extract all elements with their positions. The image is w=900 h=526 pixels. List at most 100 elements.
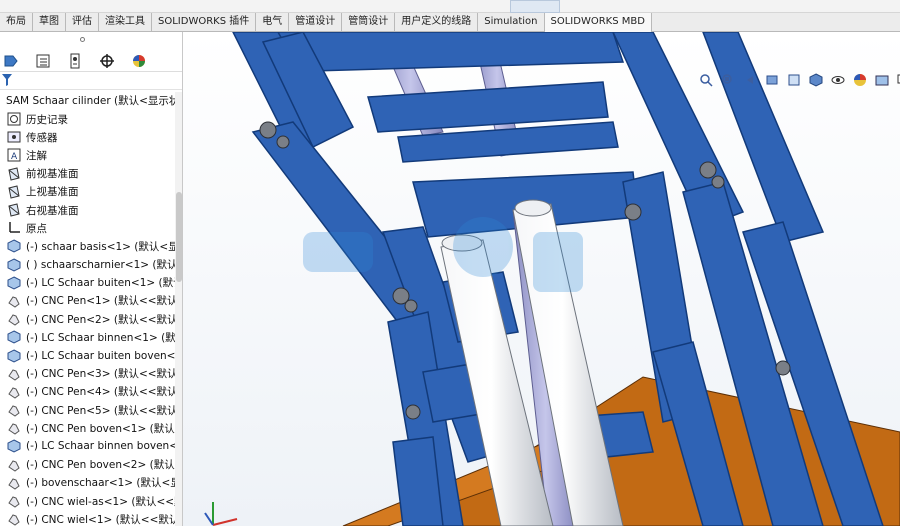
panel-tab-bar <box>0 50 182 72</box>
tab-layout[interactable]: 布局 <box>0 13 33 32</box>
tree-item[interactable]: 传感器 <box>0 128 175 146</box>
tree-item-label: (-) LC Schaar binnen boven<1 <box>26 440 175 453</box>
section-view-icon[interactable] <box>764 72 780 88</box>
tree-item-label: (-) CNC Pen<2> (默认<<默认> <box>26 313 175 326</box>
tree-item[interactable]: (-) CNC Pen<4> (默认<<默认> <box>0 383 175 401</box>
display-style-icon[interactable] <box>808 72 824 88</box>
tree-scrollbar[interactable] <box>175 92 182 526</box>
tree-item-label: 上视基准面 <box>26 186 79 199</box>
pen-icon <box>6 511 22 526</box>
pen-icon <box>6 402 22 418</box>
tree-item-label: (-) LC Schaar buiten boven<1> <box>26 349 175 362</box>
tree-item[interactable]: (-) LC Schaar binnen boven<1 <box>0 437 175 455</box>
tab-solidworks-addins[interactable]: SOLIDWORKS 插件 <box>152 13 257 32</box>
property-manager-tab-icon[interactable] <box>34 52 52 70</box>
tab-sketch[interactable]: 草图 <box>33 13 66 32</box>
history-icon <box>6 111 22 127</box>
view-orientation-icon[interactable] <box>786 72 802 88</box>
tree-item[interactable]: (-) CNC Pen<2> (默认<<默认> <box>0 310 175 328</box>
tree-item-label: 原点 <box>26 222 47 235</box>
tree-item[interactable]: (-) CNC Pen boven<2> (默认< <box>0 456 175 474</box>
tab-render-tools[interactable]: 渲染工具 <box>99 13 152 32</box>
tree-item-label: (-) schaar basis<1> (默认<显示 <box>26 240 175 253</box>
tree-item-label: (-) CNC wiel-as<1> (默认<<默 <box>26 495 175 508</box>
tree-item[interactable]: 历史记录 <box>0 110 175 128</box>
ribbon-selected-command[interactable] <box>510 0 560 13</box>
tree-item[interactable]: (-) LC Schaar buiten boven<1> <box>0 346 175 364</box>
svg-text:A: A <box>11 152 18 162</box>
previous-view-icon[interactable] <box>742 72 758 88</box>
pen-icon <box>6 420 22 436</box>
sensor-icon <box>6 129 22 145</box>
plane-icon <box>6 166 22 182</box>
tree-item-label: (-) bovenschaar<1> (默认<显示 <box>26 477 175 490</box>
tree-item[interactable]: A 注解 <box>0 146 175 164</box>
tree-item-label: (-) CNC Pen boven<2> (默认< <box>26 459 175 472</box>
view-settings-icon[interactable] <box>896 72 900 88</box>
tree-item-label: (-) CNC Pen<3> (默认<<默认> <box>26 368 175 381</box>
tab-piping[interactable]: 管道设计 <box>289 13 343 32</box>
tree-item[interactable]: 上视基准面 <box>0 183 175 201</box>
tree-item[interactable]: ( ) schaarscharnier<1> (默认< <box>0 256 175 274</box>
part-icon <box>6 257 22 273</box>
tree-item-label: 传感器 <box>26 131 58 144</box>
assembly-model[interactable] <box>183 32 900 526</box>
filter-icon[interactable] <box>2 74 12 89</box>
dimxpert-tab-icon[interactable] <box>98 52 116 70</box>
tree-item[interactable]: (-) bovenschaar<1> (默认<显示 <box>0 474 175 492</box>
plane-icon <box>6 184 22 200</box>
part-icon <box>6 438 22 454</box>
tree-item-label: (-) LC Schaar binnen<1> (默认< <box>26 331 175 344</box>
tree-item[interactable]: (-) schaar basis<1> (默认<显示 <box>0 237 175 255</box>
heads-up-view-toolbar <box>698 72 900 88</box>
part-icon <box>6 329 22 345</box>
tree-item-label: (-) CNC Pen<1> (默认<<默认> <box>26 295 175 308</box>
tree-scrollbar-thumb[interactable] <box>176 192 182 282</box>
zoom-area-icon[interactable] <box>720 72 736 88</box>
tree-item[interactable]: (-) CNC Pen boven<1> (默认< <box>0 419 175 437</box>
tab-tubing[interactable]: 管筒设计 <box>342 13 396 32</box>
tree-item-label: 历史记录 <box>26 113 68 126</box>
tree-item-label: (-) CNC Pen boven<1> (默认< <box>26 422 175 435</box>
pen-icon <box>6 293 22 309</box>
feature-tree: SAM Schaar cilinder (默认<显示状 历史记录传感器 A 注解前视… <box>0 92 175 526</box>
tree-item[interactable]: (-) CNC Pen<1> (默认<<默认> <box>0 292 175 310</box>
tree-item[interactable]: (-) CNC Pen<5> (默认<<默认> <box>0 401 175 419</box>
tab-electrical[interactable]: 电气 <box>256 13 290 32</box>
apply-scene-icon[interactable] <box>874 72 890 88</box>
pen-icon <box>6 366 22 382</box>
tab-mbd[interactable]: SOLIDWORKS MBD <box>544 13 652 32</box>
pen-icon <box>6 475 22 491</box>
configuration-manager-tab-icon[interactable] <box>66 52 84 70</box>
panel-collapse-handle[interactable] <box>80 37 85 42</box>
tree-item[interactable]: 右视基准面 <box>0 201 175 219</box>
origin-icon <box>6 220 22 236</box>
ribbon-command-strip <box>0 0 900 13</box>
tree-item-label: 前视基准面 <box>26 168 79 181</box>
tree-item-label: (-) LC Schaar buiten<1> (默认< <box>26 277 175 290</box>
graphics-viewport[interactable] <box>183 32 900 526</box>
tree-item-label: (-) CNC Pen<5> (默认<<默认> <box>26 404 175 417</box>
tree-item[interactable]: (-) CNC wiel-as<1> (默认<<默 <box>0 492 175 510</box>
tree-item-label: (-) CNC Pen<4> (默认<<默认> <box>26 386 175 399</box>
pen-icon <box>6 493 22 509</box>
tree-filter-bar <box>0 72 182 90</box>
tree-root-assembly[interactable]: SAM Schaar cilinder (默认<显示状 <box>0 92 175 110</box>
tree-item[interactable]: (-) CNC wiel<1> (默认<<默认 <box>0 510 175 526</box>
tree-item[interactable]: 原点 <box>0 219 175 237</box>
tab-simulation[interactable]: Simulation <box>478 13 545 32</box>
zoom-to-fit-icon[interactable] <box>698 72 714 88</box>
display-manager-tab-icon[interactable] <box>130 52 148 70</box>
tree-item[interactable]: 前视基准面 <box>0 165 175 183</box>
hide-show-icon[interactable] <box>830 72 846 88</box>
edit-appearance-icon[interactable] <box>852 72 868 88</box>
tree-item[interactable]: (-) CNC Pen<3> (默认<<默认> <box>0 365 175 383</box>
command-manager-tabs: 布局 草图 评估 渲染工具 SOLIDWORKS 插件 电气 管道设计 管筒设计… <box>0 13 900 32</box>
pen-icon <box>6 311 22 327</box>
tree-item[interactable]: (-) LC Schaar buiten<1> (默认< <box>0 274 175 292</box>
tab-evaluate[interactable]: 评估 <box>66 13 99 32</box>
feature-tree-tab-icon[interactable] <box>2 52 20 70</box>
tab-user-routing[interactable]: 用户定义的线路 <box>395 13 479 32</box>
tree-item[interactable]: (-) LC Schaar binnen<1> (默认< <box>0 328 175 346</box>
part-icon <box>6 275 22 291</box>
